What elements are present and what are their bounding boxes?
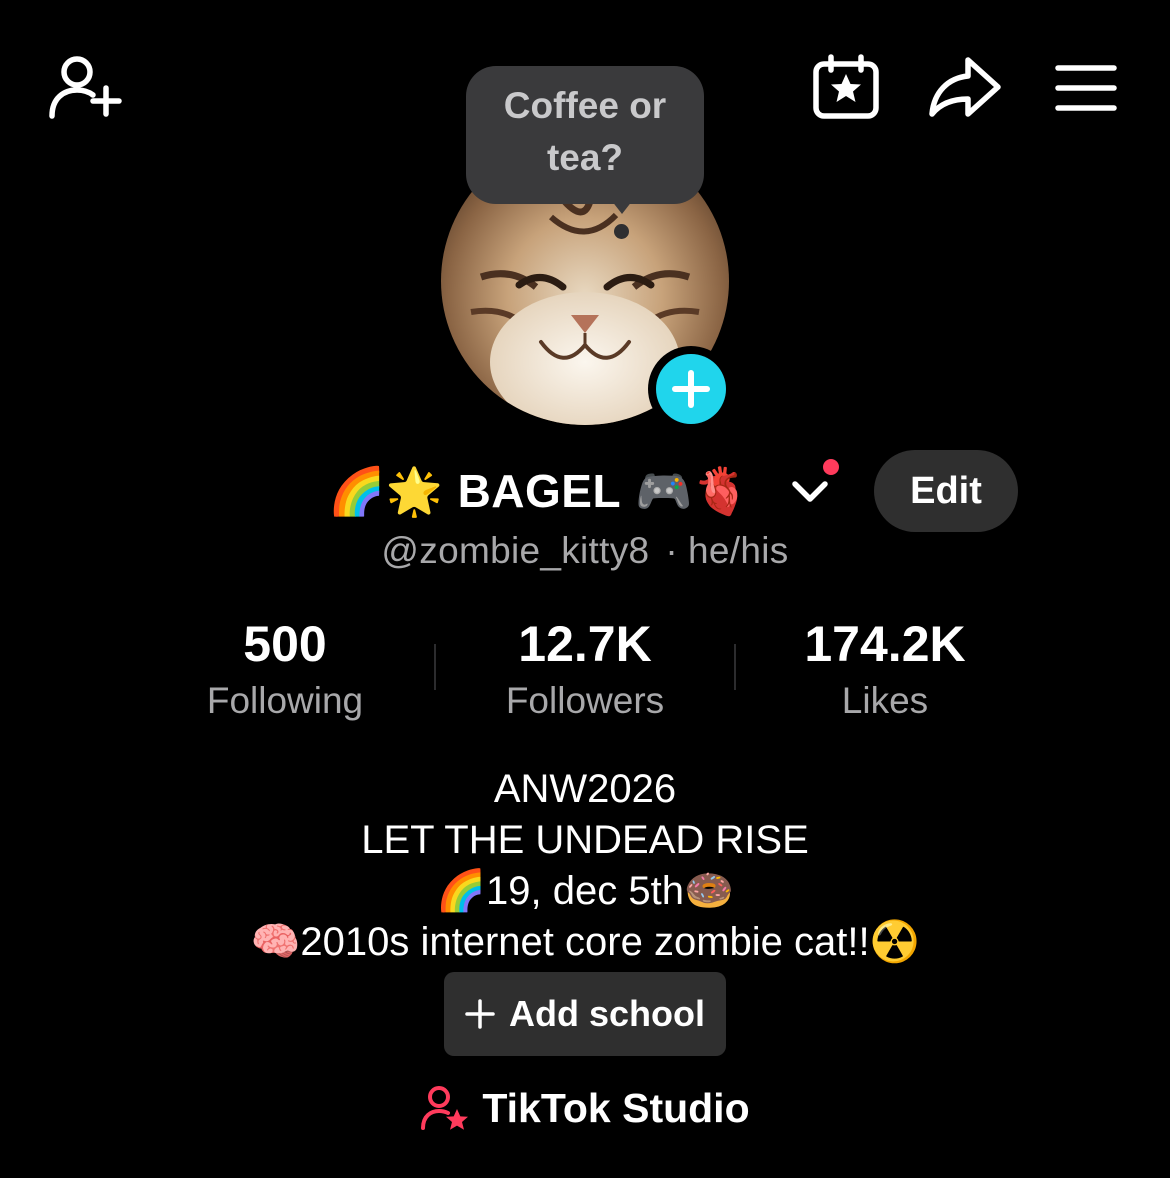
brain-emoji: 🧠	[250, 919, 301, 965]
add-school-button[interactable]: Add school	[444, 972, 726, 1056]
rainbow-emoji: 🌈	[436, 868, 487, 914]
share-button[interactable]	[926, 54, 1004, 120]
username-line: @zombie_kitty8 · he/his	[0, 530, 1170, 572]
add-school-label: Add school	[509, 993, 705, 1034]
radioactive-emoji: ☢️	[869, 919, 920, 965]
tiktok-studio-link[interactable]: TikTok Studio	[0, 1078, 1170, 1138]
display-name[interactable]: 🌈🌟 BAGEL 🎮🫀	[328, 459, 751, 523]
tiktok-studio-label: TikTok Studio	[482, 1084, 750, 1131]
bio-line-3: 🌈19, dec 5th🍩	[0, 866, 1170, 917]
creator-person-star-icon	[420, 1085, 470, 1131]
handle-separator: ·	[665, 530, 679, 571]
likes-count: 174.2K	[804, 616, 966, 672]
donut-emoji: 🍩	[683, 868, 734, 914]
menu-button[interactable]	[1054, 62, 1118, 114]
plus-icon	[672, 370, 710, 408]
profile-bio: ANW2026 LET THE UNDEAD RISE 🌈19, dec 5th…	[0, 764, 1170, 968]
edit-profile-button[interactable]: Edit	[874, 450, 1018, 532]
note-bubble-dot	[614, 224, 629, 239]
bio-line-4-text: 2010s internet core zombie cat!!	[300, 920, 870, 964]
calendar-star-icon	[813, 54, 879, 119]
bio-line-2: LET THE UNDEAD RISE	[361, 818, 809, 862]
calendar-button[interactable]	[810, 54, 882, 120]
hamburger-menu-icon	[1055, 65, 1117, 111]
likes-label: Likes	[841, 680, 929, 721]
chevron-down-icon	[792, 481, 828, 502]
followers-label: Followers	[505, 680, 665, 721]
share-arrow-icon	[929, 57, 1001, 117]
account-switch-button[interactable]	[790, 474, 830, 508]
username: @zombie_kitty8	[381, 530, 650, 571]
add-story-button[interactable]	[648, 346, 734, 432]
name-text: BAGEL	[457, 465, 622, 517]
note-bubble[interactable]: Coffee or tea?	[466, 66, 704, 204]
name-prefix-emoji: 🌈🌟	[328, 463, 444, 518]
notification-dot	[819, 455, 843, 479]
plus-icon	[465, 999, 495, 1029]
note-bubble-tail	[608, 196, 636, 214]
bio-line-1: ANW2026	[493, 767, 677, 811]
bio-line-3-text: 19, dec 5th	[486, 869, 684, 913]
following-label: Following	[206, 680, 364, 721]
add-friend-button[interactable]	[44, 50, 124, 122]
note-line-2: tea?	[546, 137, 624, 178]
bio-line-4: 🧠2010s internet core zombie cat!!☢️	[0, 917, 1170, 968]
name-suffix-emoji: 🎮🫀	[635, 463, 751, 518]
likes-stat[interactable]: 174.2K Likes	[735, 612, 1035, 726]
following-count: 500	[243, 616, 327, 672]
following-stat[interactable]: 500 Following	[135, 612, 435, 726]
followers-count: 12.7K	[518, 616, 652, 672]
pronouns: he/his	[688, 530, 789, 571]
person-plus-icon	[49, 56, 122, 119]
note-line-1: Coffee or	[503, 85, 667, 126]
followers-stat[interactable]: 12.7K Followers	[435, 612, 735, 726]
